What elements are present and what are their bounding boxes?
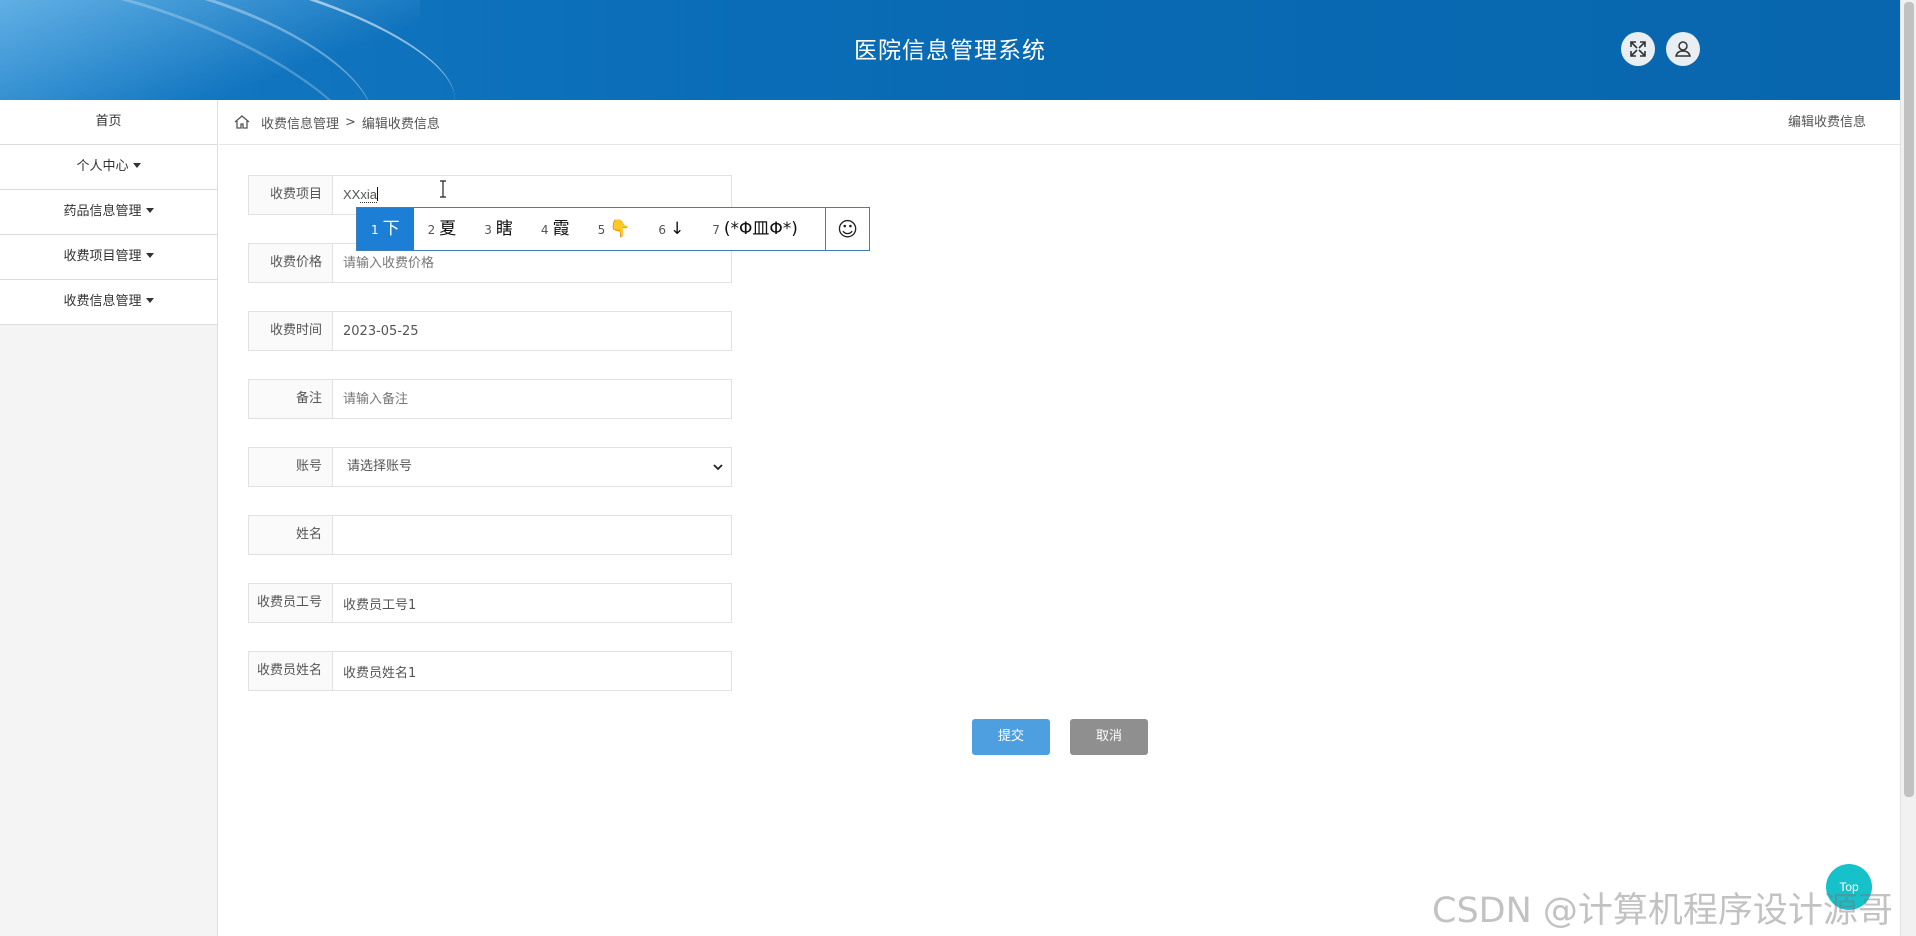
ime-candidate-bar: 1下 2夏 3瞎 4霞 5 👇 6 ↓ 7 (*Φ皿Φ*) ☺: [356, 207, 870, 251]
ime-candidate-number: 6: [658, 223, 667, 237]
user-icon: [1675, 41, 1691, 57]
ime-candidate-text: 👇: [609, 219, 631, 239]
page-title: 编辑收费信息: [1787, 115, 1866, 130]
charge-item-label: 收费项目: [249, 176, 333, 214]
scrollbar-thumb[interactable]: [1904, 2, 1914, 797]
account-select[interactable]: 请选择账号: [333, 448, 731, 486]
ime-candidate-number: 3: [484, 223, 492, 237]
ime-candidate-text: 霞: [552, 219, 570, 239]
watermark: CSDN @计算机程序设计源哥: [1432, 891, 1893, 931]
form-row-charge-time: 收费时间: [248, 311, 732, 351]
sidebar-item-label: 首页: [95, 114, 122, 129]
breadcrumb-current: 编辑收费信息: [361, 116, 440, 132]
ime-candidate[interactable]: 3瞎: [470, 208, 527, 250]
sidebar-item-label: 药品信息管理: [63, 204, 142, 219]
vertical-scrollbar[interactable]: [1900, 0, 1916, 936]
home-icon[interactable]: [233, 113, 251, 131]
ime-candidate-text: 夏: [439, 219, 457, 239]
account-label: 账号: [249, 448, 333, 486]
sidebar-item-charge-item-management[interactable]: 收费项目管理: [0, 235, 217, 280]
sidebar-item-label: 收费项目管理: [63, 249, 142, 264]
fullscreen-button[interactable]: [1621, 32, 1655, 66]
cancel-button[interactable]: 取消: [1070, 719, 1148, 755]
cashier-id-label: 收费员工号: [249, 584, 333, 622]
text-cursor: [376, 187, 378, 201]
charge-time-input[interactable]: [333, 312, 731, 350]
sidebar-item-charge-info-management[interactable]: 收费信息管理: [0, 280, 217, 325]
ime-candidate-number: 5: [597, 223, 606, 237]
ime-candidate-text: 瞎: [495, 219, 513, 239]
ime-candidate-text: 下: [382, 219, 400, 239]
ime-candidate-number: 4: [540, 223, 549, 237]
ime-candidate[interactable]: 2夏: [414, 208, 471, 250]
note-label: 备注: [249, 380, 333, 418]
caret-down-icon: [145, 253, 154, 258]
account-select-value: 请选择账号: [347, 459, 413, 474]
cashier-id-input[interactable]: [333, 584, 731, 622]
breadcrumb-parent[interactable]: 收费信息管理: [261, 113, 339, 132]
committed-text: XX: [343, 187, 361, 202]
breadcrumb: 收费信息管理 > 编辑收费信息 编辑收费信息: [219, 100, 1900, 145]
cashier-name-input[interactable]: [333, 652, 731, 690]
ibeam-cursor-icon: [440, 180, 446, 198]
form-row-account: 账号 请选择账号: [248, 447, 732, 487]
caret-down-icon: [132, 163, 141, 168]
sidebar-item-label: 个人中心: [76, 159, 129, 174]
expand-icon: [1630, 41, 1646, 57]
sidebar-item-drug-management[interactable]: 药品信息管理: [0, 190, 217, 235]
name-input[interactable]: [333, 516, 731, 554]
ime-candidate[interactable]: 6 ↓: [644, 208, 698, 250]
smiley-icon: ☺: [837, 217, 858, 241]
charge-time-label: 收费时间: [249, 312, 333, 350]
breadcrumb-separator: >: [345, 114, 356, 130]
ime-candidate-number: 7: [712, 223, 720, 237]
submit-button[interactable]: 提交: [972, 719, 1050, 755]
user-button[interactable]: [1666, 32, 1700, 66]
ime-candidate-number: 2: [427, 223, 436, 237]
ime-candidate-number: 1: [371, 223, 379, 237]
ime-candidate-text: ↓: [670, 219, 685, 239]
ime-candidate[interactable]: 4霞: [527, 208, 584, 250]
name-label: 姓名: [249, 516, 333, 554]
cashier-name-label: 收费员姓名: [249, 652, 333, 690]
note-input[interactable]: [333, 380, 731, 418]
app-title: 医院信息管理系统: [854, 38, 1046, 64]
caret-down-icon: [145, 208, 154, 213]
ime-candidate[interactable]: 1下: [357, 208, 414, 250]
sidebar: 首页 个人中心 药品信息管理 收费项目管理 收费信息管理: [0, 100, 218, 936]
form-row-name: 姓名: [248, 515, 732, 555]
ime-candidate-text: (*Φ皿Φ*): [723, 219, 798, 239]
emoji-button[interactable]: ☺: [825, 208, 869, 250]
form-row-cashier-id: 收费员工号: [248, 583, 732, 623]
ime-candidate[interactable]: 5 👇: [584, 208, 645, 250]
ime-candidate[interactable]: 7 (*Φ皿Φ*): [698, 208, 812, 250]
chevron-down-icon: [713, 464, 723, 471]
form-row-cashier-name: 收费员姓名: [248, 651, 732, 691]
sidebar-item-label: 收费信息管理: [63, 294, 142, 309]
sidebar-item-personal-center[interactable]: 个人中心: [0, 145, 217, 190]
form-row-note: 备注: [248, 379, 732, 419]
caret-down-icon: [145, 298, 154, 303]
charge-price-label: 收费价格: [249, 244, 333, 282]
composing-text: xia: [360, 187, 377, 203]
sidebar-item-home[interactable]: 首页: [0, 100, 217, 145]
app-header: 医院信息管理系统: [0, 0, 1900, 100]
